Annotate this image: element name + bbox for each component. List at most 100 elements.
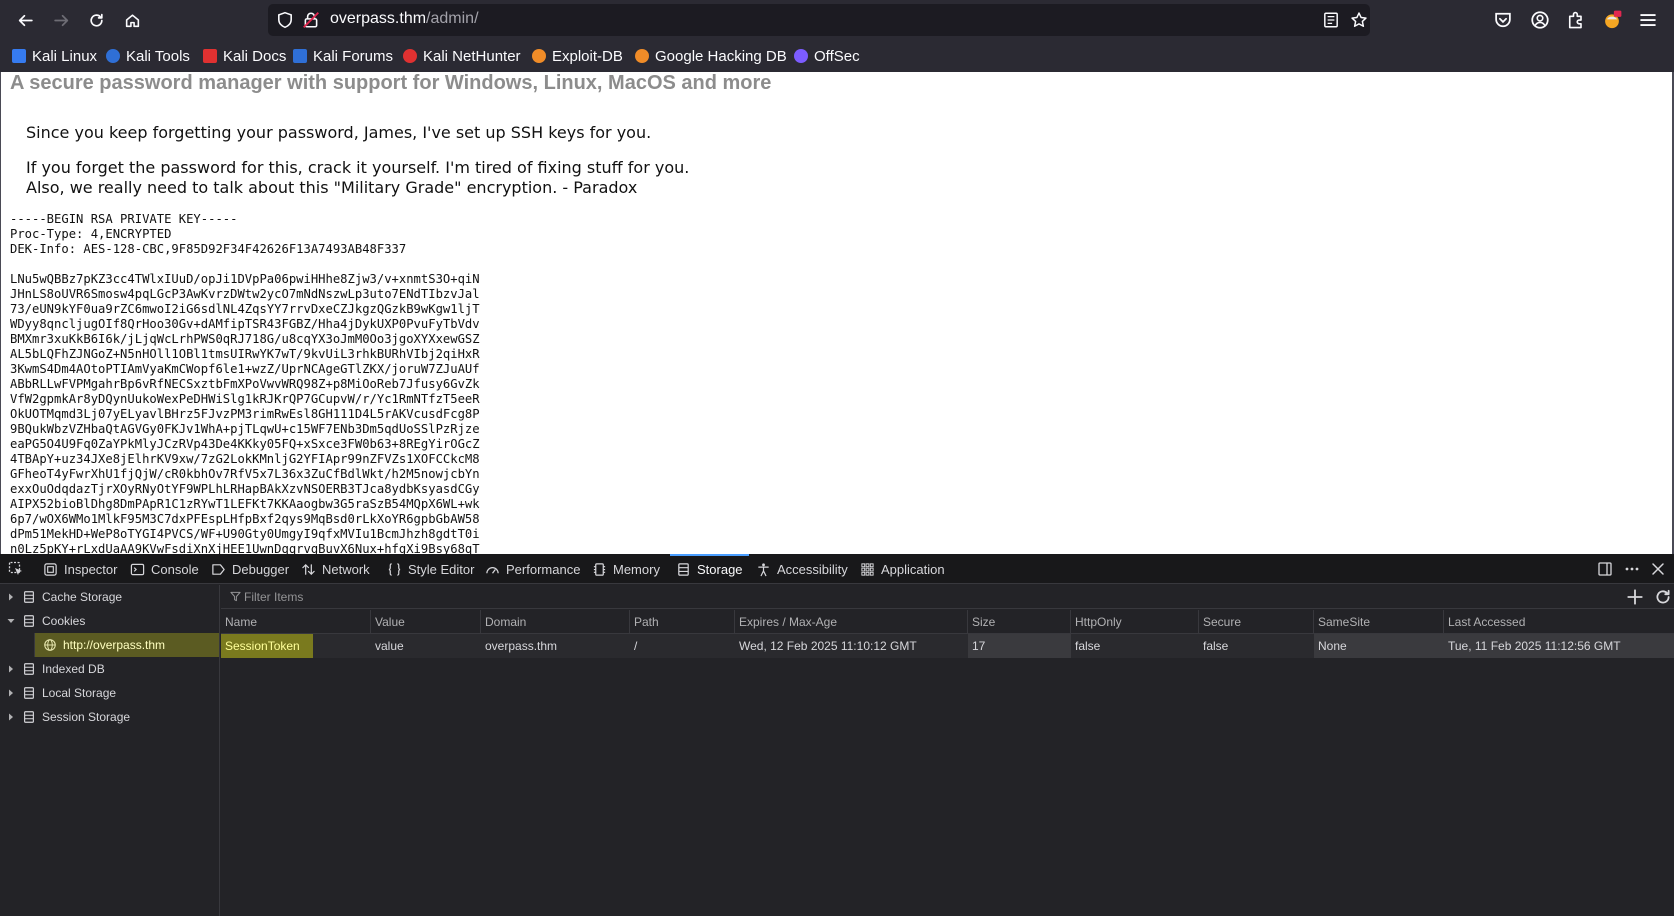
more-options-icon[interactable] [1624,561,1640,577]
bookmark-star-icon[interactable] [1350,11,1368,29]
application-grid-icon [861,562,874,576]
reload-icon [89,13,103,27]
cell-domain[interactable]: overpass.thm [481,634,630,658]
storage-icon [24,663,34,675]
column-header-samesite[interactable]: SameSite [1314,610,1444,634]
expand-arrow-icon[interactable] [5,591,17,603]
column-header-secure[interactable]: Secure [1199,610,1314,634]
account-icon[interactable] [1530,10,1550,30]
tree-indent [0,633,35,657]
bookmark-label: Kali Docs [223,47,287,65]
tree-session-storage[interactable]: Session Storage [0,705,219,729]
tree-cookies[interactable]: Cookies [0,609,219,633]
memory-chip-icon [593,562,606,576]
back-button[interactable] [11,6,39,34]
expand-arrow-icon[interactable] [5,711,17,723]
network-icon [302,563,315,575]
arrow-right-icon [53,14,68,26]
tree-label: Session Storage [42,710,131,724]
cell-spacer [313,634,371,658]
column-header-value[interactable]: Value [371,610,481,634]
message-ssh-keys: Since you keep forgetting your password,… [26,123,652,142]
tab-storage[interactable]: Storage [670,554,749,584]
dock-side-icon[interactable] [1597,561,1613,577]
tab-label: Debugger [232,561,290,577]
tab-network[interactable]: Network [301,554,370,584]
cell-httponly[interactable]: false [1071,634,1199,658]
cell-path[interactable]: / [630,634,735,658]
cell-expires[interactable]: Wed, 12 Feb 2025 11:10:12 GMT [735,634,968,658]
tab-style-editor[interactable]: Style Editor [387,554,474,584]
close-devtools-icon[interactable] [1650,561,1666,577]
home-button[interactable] [118,6,146,34]
bookmark-kali-tools[interactable]: Kali Tools [106,46,190,66]
column-header-domain[interactable]: Domain [481,610,630,634]
tab-memory[interactable]: Memory [592,554,660,584]
cell-size[interactable]: 17 [968,634,1071,658]
bookmark-exploit-db[interactable]: Exploit-DB [532,46,623,66]
tab-application[interactable]: Application [860,554,945,584]
kali-dragon-icon [12,49,26,63]
accessibility-icon [758,562,769,576]
pocket-icon[interactable] [1493,10,1513,30]
tab-label: Style Editor [408,561,475,577]
column-header-size[interactable]: Size [968,610,1071,634]
tab-label: Inspector [64,561,118,577]
column-header-last-accessed[interactable]: Last Accessed [1444,610,1674,634]
bookmark-kali-forums[interactable]: Kali Forums [293,46,393,66]
expand-arrow-icon[interactable] [5,687,17,699]
tree-label: http://overpass.thm [63,638,166,652]
tab-accessibility[interactable]: Accessibility [756,554,848,584]
bookmark-kali-nethunter[interactable]: Kali NetHunter [403,46,521,66]
nethunter-icon [403,49,417,63]
column-header-name[interactable]: Name [221,610,371,634]
rsa-key-body: LNu5wQBBz7pKZ3cc4TWlxIUuD/opJi1DVpPa06pw… [10,272,480,554]
reload-button[interactable] [82,6,110,34]
bookmark-kali-linux[interactable]: Kali Linux [12,46,97,66]
element-picker-icon[interactable] [8,561,24,577]
column-header-path[interactable]: Path [630,610,735,634]
storage-icon [24,615,34,627]
bookmark-label: Kali NetHunter [423,47,521,65]
forward-button[interactable] [47,6,75,34]
cell-last-accessed[interactable]: Tue, 11 Feb 2025 11:12:56 GMT [1444,634,1674,658]
tree-label: Cookies [42,614,86,628]
storage-main: Name Value Domain Path Expires / Max-Age… [221,585,1674,916]
cell-samesite[interactable]: None [1314,634,1444,658]
expand-arrow-icon[interactable] [5,663,17,675]
bookmark-google-hacking-db[interactable]: Google Hacking DB [635,46,787,66]
tree-indexed-db[interactable]: Indexed DB [0,657,219,681]
cell-value[interactable]: value [371,634,481,658]
tree-cookie-host[interactable]: http://overpass.thm [0,633,219,657]
tree-local-storage[interactable]: Local Storage [0,681,219,705]
extensions-icon[interactable] [1566,10,1586,30]
insecure-lock-icon[interactable] [302,11,320,29]
url-bar[interactable]: overpass.thm/admin/ [268,4,1370,36]
web-page-content: A secure password manager with support f… [0,72,1674,554]
add-item-icon[interactable] [1626,588,1644,606]
tab-console[interactable]: Console [130,554,199,584]
tab-performance[interactable]: Performance [485,554,580,584]
bookmark-kali-docs[interactable]: Kali Docs [203,46,286,66]
profile-avatar-icon[interactable] [1602,10,1622,30]
tree-cache-storage[interactable]: Cache Storage [0,585,219,609]
tab-inspector[interactable]: Inspector [43,554,117,584]
tab-debugger[interactable]: Debugger [211,554,289,584]
collapse-arrow-icon[interactable] [5,615,17,627]
cell-name[interactable]: SessionToken [221,634,313,658]
url-text[interactable]: overpass.thm/admin/ [330,10,479,28]
hamburger-menu-icon[interactable] [1638,10,1658,30]
reader-view-icon[interactable] [1322,11,1340,29]
column-header-expires[interactable]: Expires / Max-Age [735,610,968,634]
tree-label: Indexed DB [42,662,105,676]
refresh-icon[interactable] [1654,588,1672,606]
rsa-key-header: -----BEGIN RSA PRIVATE KEY----- Proc-Typ… [10,212,407,256]
cell-secure[interactable]: false [1199,634,1314,658]
bookmark-offsec[interactable]: OffSec [794,46,860,66]
tab-label: Application [881,561,945,577]
kali-docs-icon [203,49,217,63]
filter-input[interactable] [227,587,1607,607]
column-header-httponly[interactable]: HttpOnly [1071,610,1199,634]
debugger-icon [212,563,225,575]
shield-icon[interactable] [276,11,294,29]
